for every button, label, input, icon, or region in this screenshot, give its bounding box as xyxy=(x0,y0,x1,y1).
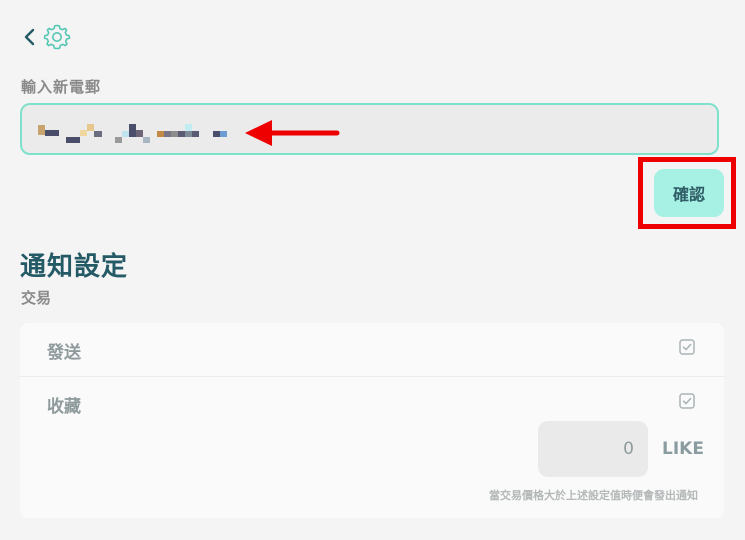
confirm-button[interactable]: 確認 xyxy=(654,169,724,217)
pixelated-email-value xyxy=(22,105,721,157)
like-threshold-input[interactable]: 0 xyxy=(538,421,648,477)
email-label: 輸入新電郵 xyxy=(21,78,102,96)
checkbox-checked-icon[interactable] xyxy=(679,339,695,355)
top-nav xyxy=(22,22,72,52)
settings-page: 輸入新電郵 確認 通知設定 交易 發送 收藏 0 LIKE 當交易價格大於上述設… xyxy=(0,0,745,540)
email-input[interactable] xyxy=(20,103,719,155)
gear-icon xyxy=(43,24,71,50)
hint-text: 當交易價格大於上述設定值時便會發出通知 xyxy=(489,489,698,502)
setting-label-send: 發送 xyxy=(47,343,81,363)
setting-label-collect: 收藏 xyxy=(47,397,81,417)
section-title: 通知設定 xyxy=(20,252,129,282)
setting-row-send: 發送 xyxy=(20,323,724,377)
section-category: 交易 xyxy=(21,289,52,307)
annotation-arrow xyxy=(245,120,340,146)
chevron-left-icon[interactable] xyxy=(22,25,38,49)
unit-label: LIKE xyxy=(662,439,704,459)
notification-card: 發送 收藏 0 LIKE 當交易價格大於上述設定值時便會發出通知 xyxy=(20,323,724,518)
checkbox-checked-icon[interactable] xyxy=(679,393,695,409)
